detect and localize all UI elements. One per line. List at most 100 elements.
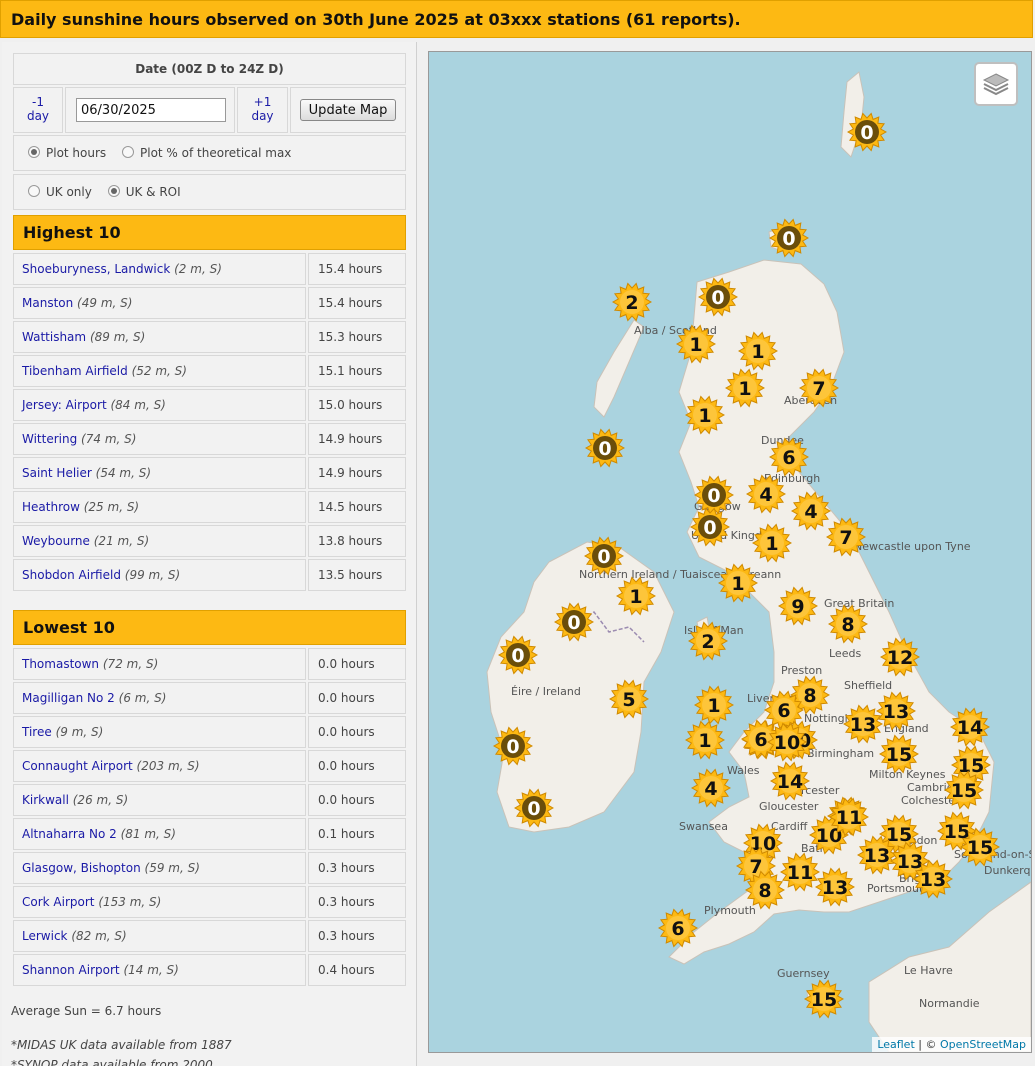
map-canvas[interactable]: Alba / ScotlandAberdeenDundeeEdinburghGl…	[429, 52, 1031, 1052]
station-meta: (153 m, S)	[98, 895, 162, 909]
station-cell: Tiree (9 m, S)	[13, 716, 306, 748]
station-link[interactable]: Glasgow, Bishopton	[22, 861, 141, 875]
sunshine-marker[interactable]: 0	[768, 218, 810, 258]
sunshine-value-label: 8	[758, 880, 771, 902]
sunshine-value: 13.8 hours	[308, 525, 406, 557]
next-day-link[interactable]: +1 day	[237, 87, 288, 133]
table-row: Jersey: Airport (84 m, S) 15.0 hours	[13, 389, 408, 423]
station-meta: (72 m, S)	[102, 657, 159, 671]
table-row: Connaught Airport (203 m, S) 0.0 hours	[13, 750, 408, 784]
sunshine-value-label: 0	[597, 546, 610, 568]
prev-day-label: -1 day	[26, 95, 50, 123]
sunshine-value-label: 15	[951, 780, 977, 802]
table-row: Thomastown (72 m, S) 0.0 hours	[13, 648, 408, 682]
sunshine-marker[interactable]: 15	[803, 979, 845, 1019]
plot-percent-radio[interactable]	[122, 146, 134, 158]
station-link[interactable]: Saint Helier	[22, 466, 92, 480]
uk-only-label[interactable]: UK only	[46, 185, 92, 199]
layers-control-button[interactable]	[974, 62, 1018, 106]
station-link[interactable]: Wattisham	[22, 330, 86, 344]
sunshine-value-label: 0	[598, 438, 611, 460]
uk-roi-radio[interactable]	[107, 185, 120, 197]
table-row: Heathrow (25 m, S) 14.5 hours	[13, 491, 408, 525]
station-meta: (9 m, S)	[55, 725, 104, 739]
sunshine-marker[interactable]: 2	[611, 282, 653, 322]
sunshine-value: 0.0 hours	[308, 784, 406, 816]
station-link[interactable]: Shoeburyness, Landwick	[22, 262, 170, 276]
uk-only-radio[interactable]	[28, 185, 40, 197]
region-row: UK only UK & ROI	[13, 174, 406, 210]
station-cell: Cork Airport (153 m, S)	[13, 886, 306, 918]
leaflet-link[interactable]: Leaflet	[877, 1038, 914, 1051]
sunshine-map[interactable]: Alba / ScotlandAberdeenDundeeEdinburghGl…	[428, 51, 1032, 1053]
osm-link[interactable]: OpenStreetMap	[940, 1038, 1026, 1051]
sunshine-value-label: 12	[887, 647, 913, 669]
sunshine-value-label: 7	[839, 527, 852, 549]
station-cell: Saint Helier (54 m, S)	[13, 457, 306, 489]
sunshine-value: 0.3 hours	[308, 886, 406, 918]
sunshine-value: 14.5 hours	[308, 491, 406, 523]
sunshine-value-label: 6	[777, 700, 790, 722]
uk-roi-label[interactable]: UK & ROI	[126, 185, 181, 199]
average-sun: Average Sun = 6.7 hours	[11, 1004, 162, 1018]
sunshine-value: 13.5 hours	[308, 559, 406, 591]
station-link[interactable]: Manston	[22, 296, 73, 310]
station-link[interactable]: Tiree	[22, 725, 52, 739]
station-link[interactable]: Weybourne	[22, 534, 90, 548]
station-link[interactable]: Heathrow	[22, 500, 80, 514]
place-label: Normandie	[919, 997, 980, 1010]
sunshine-value: 0.3 hours	[308, 920, 406, 952]
station-link[interactable]: Cork Airport	[22, 895, 95, 909]
sunshine-value-label: 9	[791, 596, 804, 618]
place-label: Dunkerque	[984, 864, 1031, 877]
place-label: Wales	[727, 764, 760, 777]
table-row: Shobdon Airfield (99 m, S) 13.5 hours	[13, 559, 408, 593]
sunshine-value-label: 1	[765, 533, 778, 555]
station-meta: (21 m, S)	[93, 534, 150, 548]
date-input[interactable]	[76, 98, 226, 122]
plot-percent-label[interactable]: Plot % of theoretical max	[140, 146, 291, 160]
sunshine-value: 0.0 hours	[308, 750, 406, 782]
station-link[interactable]: Tibenham Airfield	[22, 364, 128, 378]
sunshine-marker[interactable]: 1	[693, 685, 735, 725]
sunshine-value-label: 6	[754, 729, 767, 751]
station-link[interactable]: Connaught Airport	[22, 759, 133, 773]
sunshine-value-label: 1	[698, 730, 711, 752]
station-link[interactable]: Wittering	[22, 432, 77, 446]
sunshine-value-label: 6	[782, 447, 795, 469]
table-row: Lerwick (82 m, S) 0.3 hours	[13, 920, 408, 954]
sunshine-value-label: 13	[920, 869, 946, 891]
station-cell: Kirkwall (26 m, S)	[13, 784, 306, 816]
sunshine-value: 14.9 hours	[308, 457, 406, 489]
plot-hours-label[interactable]: Plot hours	[46, 146, 106, 160]
station-link[interactable]: Magilligan No 2	[22, 691, 115, 705]
sunshine-marker[interactable]: 4	[690, 768, 732, 808]
sunshine-marker[interactable]: 0	[584, 428, 626, 468]
place-label: Birmingham	[807, 747, 874, 760]
station-link[interactable]: Thomastown	[22, 657, 99, 671]
station-meta: (84 m, S)	[110, 398, 166, 412]
table-row: Cork Airport (153 m, S) 0.3 hours	[13, 886, 408, 920]
station-link[interactable]: Jersey: Airport	[22, 398, 107, 412]
place-label: Newcastle upon Tyne	[854, 540, 971, 553]
sunshine-value-label: 4	[704, 778, 717, 800]
station-link[interactable]: Kirkwall	[22, 793, 69, 807]
sunshine-value-label: 15	[886, 744, 912, 766]
place-label: Preston	[781, 664, 822, 677]
attribution-separator: | ©	[914, 1038, 940, 1051]
station-meta: (99 m, S)	[124, 568, 181, 582]
station-cell: Wattisham (89 m, S)	[13, 321, 306, 353]
station-link[interactable]: Shannon Airport	[22, 963, 120, 977]
prev-day-link[interactable]: -1 day	[13, 87, 63, 133]
station-link[interactable]: Lerwick	[22, 929, 68, 943]
update-map-button[interactable]: Update Map	[300, 99, 396, 121]
sunshine-value: 0.4 hours	[308, 954, 406, 986]
table-row: Glasgow, Bishopton (59 m, S) 0.3 hours	[13, 852, 408, 886]
lowest-10-heading: Lowest 10	[13, 610, 406, 645]
station-link[interactable]: Shobdon Airfield	[22, 568, 121, 582]
station-link[interactable]: Altnaharra No 2	[22, 827, 117, 841]
sunshine-value-label: 2	[625, 292, 638, 314]
station-cell: Jersey: Airport (84 m, S)	[13, 389, 306, 421]
sunshine-marker[interactable]: 1	[684, 720, 726, 760]
plot-hours-radio[interactable]	[28, 146, 40, 158]
